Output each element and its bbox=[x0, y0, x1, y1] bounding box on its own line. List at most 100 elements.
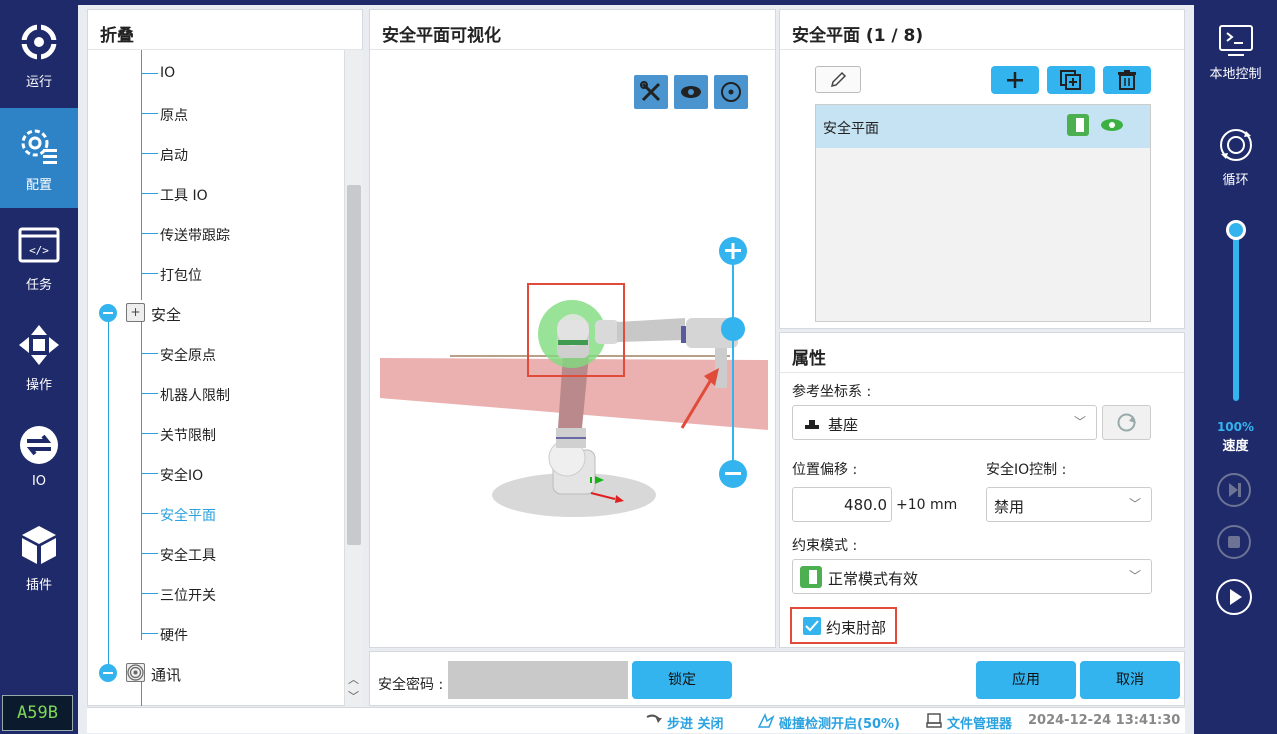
action-bar: 安全密码 : 锁定 应用 取消 bbox=[369, 651, 1185, 706]
viz-panel: 安全平面可视化 bbox=[369, 9, 776, 648]
local-control-button[interactable]: 本地控制 bbox=[1194, 23, 1277, 82]
nav-run[interactable]: 运行 bbox=[0, 5, 78, 105]
tree-item-conveyor[interactable]: 传送带跟踪 bbox=[160, 225, 230, 245]
tree-item-startup[interactable]: 启动 bbox=[160, 145, 188, 165]
tree-item-safety-plane[interactable]: 安全平面 bbox=[160, 505, 216, 525]
step-status[interactable]: 步进 关闭 bbox=[667, 713, 724, 732]
tree-item-hardware[interactable]: 硬件 bbox=[160, 625, 188, 645]
collapse-icon[interactable] bbox=[99, 664, 117, 682]
tree-item-robot-limits[interactable]: 机器人限制 bbox=[160, 385, 230, 405]
planes-panel: 安全平面 (1 / 8) 安全平面 bbox=[779, 9, 1185, 329]
copy-plane-button[interactable] bbox=[1047, 66, 1095, 94]
scroll-thumb[interactable] bbox=[347, 185, 361, 545]
play-button[interactable] bbox=[1216, 579, 1252, 615]
list-item[interactable]: 安全平面 bbox=[816, 105, 1150, 148]
rename-button[interactable] bbox=[815, 66, 861, 93]
planes-title: 安全平面 (1 / 8) bbox=[780, 10, 1184, 50]
ref-frame-select[interactable]: 基座 ﹀ bbox=[792, 405, 1097, 440]
file-manager-link[interactable]: 文件管理器 bbox=[947, 713, 1012, 732]
tree-group-comm[interactable]: 通讯 bbox=[151, 664, 181, 685]
refresh-button[interactable] bbox=[1102, 405, 1151, 440]
base-icon bbox=[805, 420, 819, 429]
eye-icon[interactable] bbox=[1100, 116, 1124, 134]
planes-list: 安全平面 bbox=[815, 104, 1151, 322]
play-icon bbox=[1230, 589, 1242, 605]
collision-status[interactable]: 碰撞检测开启(50%) bbox=[779, 713, 900, 732]
add-plane-button[interactable] bbox=[991, 66, 1039, 94]
elbow-label: 约束肘部 bbox=[826, 619, 887, 637]
task-icon: </> bbox=[18, 227, 60, 263]
collapse-icon[interactable] bbox=[99, 304, 117, 322]
version-badge: A59B bbox=[2, 695, 73, 731]
robot-3d-view[interactable] bbox=[370, 50, 775, 640]
offset-input[interactable]: 480.0 bbox=[792, 487, 892, 522]
elbow-checkbox[interactable] bbox=[803, 617, 821, 635]
io-icon bbox=[20, 426, 58, 464]
plane-enabled-icon[interactable] bbox=[1067, 114, 1089, 136]
safety-io-label: 安全IO控制 : bbox=[986, 462, 1067, 478]
tree-item-io[interactable]: IO bbox=[160, 65, 175, 81]
svg-text:</>: </> bbox=[29, 244, 49, 257]
plus-icon bbox=[1007, 72, 1023, 88]
step-play-button[interactable] bbox=[1217, 473, 1251, 507]
speed-slider[interactable] bbox=[1233, 231, 1239, 401]
cancel-button[interactable]: 取消 bbox=[1080, 661, 1180, 699]
nav-config-label: 配置 bbox=[25, 178, 52, 193]
nav-move[interactable]: 操作 bbox=[0, 308, 78, 408]
tree-item-pallet[interactable]: 打包位 bbox=[160, 265, 202, 285]
run-icon bbox=[20, 23, 58, 61]
step-icon bbox=[646, 714, 662, 723]
nav-task-label: 任务 bbox=[25, 278, 52, 293]
tree-item-safety-io[interactable]: 安全IO bbox=[160, 465, 203, 485]
tree-item-tool-io[interactable]: 工具 IO bbox=[160, 185, 208, 205]
loop-button[interactable]: 循环 bbox=[1194, 125, 1277, 188]
ref-frame-label: 参考坐标系 : bbox=[792, 384, 872, 400]
terminal-icon bbox=[1218, 25, 1253, 56]
move-icon bbox=[19, 325, 59, 365]
nav-config[interactable]: 配置 bbox=[0, 108, 78, 208]
scroll-up-icon[interactable]: ︿ bbox=[348, 671, 359, 687]
shield-icon: + bbox=[126, 303, 145, 322]
nav-plugin[interactable]: 插件 bbox=[0, 508, 78, 608]
scroll-down-icon[interactable]: ﹀ bbox=[348, 688, 359, 704]
password-input[interactable] bbox=[448, 661, 628, 699]
chevron-down-icon: ﹀ bbox=[1128, 497, 1141, 511]
nav-plugin-label: 插件 bbox=[25, 578, 52, 593]
right-nav: 本地控制 循环 100% 速度 bbox=[1194, 5, 1277, 734]
nav-run-label: 运行 bbox=[25, 75, 52, 90]
tree-item-safety-home[interactable]: 安全原点 bbox=[160, 345, 216, 365]
nav-io-label: IO bbox=[31, 474, 47, 489]
constraint-mode-label: 约束模式 : bbox=[792, 538, 858, 554]
viz-title: 安全平面可视化 bbox=[370, 10, 775, 50]
safety-io-value: 禁用 bbox=[994, 498, 1025, 516]
tree-group-safety[interactable]: 安全 bbox=[151, 304, 181, 325]
tree-item-safety-tool[interactable]: 安全工具 bbox=[160, 545, 216, 565]
delete-plane-button[interactable] bbox=[1103, 66, 1151, 94]
copy-icon bbox=[1060, 70, 1081, 90]
mode-icon bbox=[800, 566, 822, 588]
constraint-mode-select[interactable]: 正常模式有效 ﹀ bbox=[792, 559, 1152, 594]
lock-button[interactable]: 锁定 bbox=[632, 661, 732, 699]
collision-icon bbox=[757, 713, 775, 728]
tree-scrollbar[interactable]: ︿ ﹀ bbox=[344, 50, 363, 706]
left-nav: 运行 配置 </> 任务 操作 IO 插件 A59B bbox=[0, 5, 78, 734]
tree-item-joint-limits[interactable]: 关节限制 bbox=[160, 425, 216, 445]
nav-task[interactable]: </> 任务 bbox=[0, 208, 78, 308]
loop-icon bbox=[1219, 129, 1252, 161]
datetime: 2024-12-24 13:41:30 bbox=[1028, 713, 1181, 728]
check-icon bbox=[805, 620, 819, 632]
loop-label: 循环 bbox=[1222, 173, 1249, 188]
chevron-down-icon: ﹀ bbox=[1073, 415, 1086, 429]
tree-item-three-position[interactable]: 三位开关 bbox=[160, 585, 216, 605]
tree-item-home[interactable]: 原点 bbox=[160, 105, 188, 125]
tree-title[interactable]: 折叠 bbox=[88, 10, 362, 50]
offset-unit: +10 mm bbox=[896, 497, 958, 513]
tree-line bbox=[141, 320, 142, 640]
speed-slider-handle[interactable] bbox=[1226, 220, 1246, 240]
nav-io[interactable]: IO bbox=[0, 408, 78, 508]
nav-move-label: 操作 bbox=[25, 378, 52, 393]
plugin-icon bbox=[22, 526, 56, 564]
safety-io-select[interactable]: 禁用 ﹀ bbox=[986, 487, 1152, 522]
apply-button[interactable]: 应用 bbox=[976, 661, 1076, 699]
stop-button[interactable] bbox=[1217, 525, 1251, 559]
